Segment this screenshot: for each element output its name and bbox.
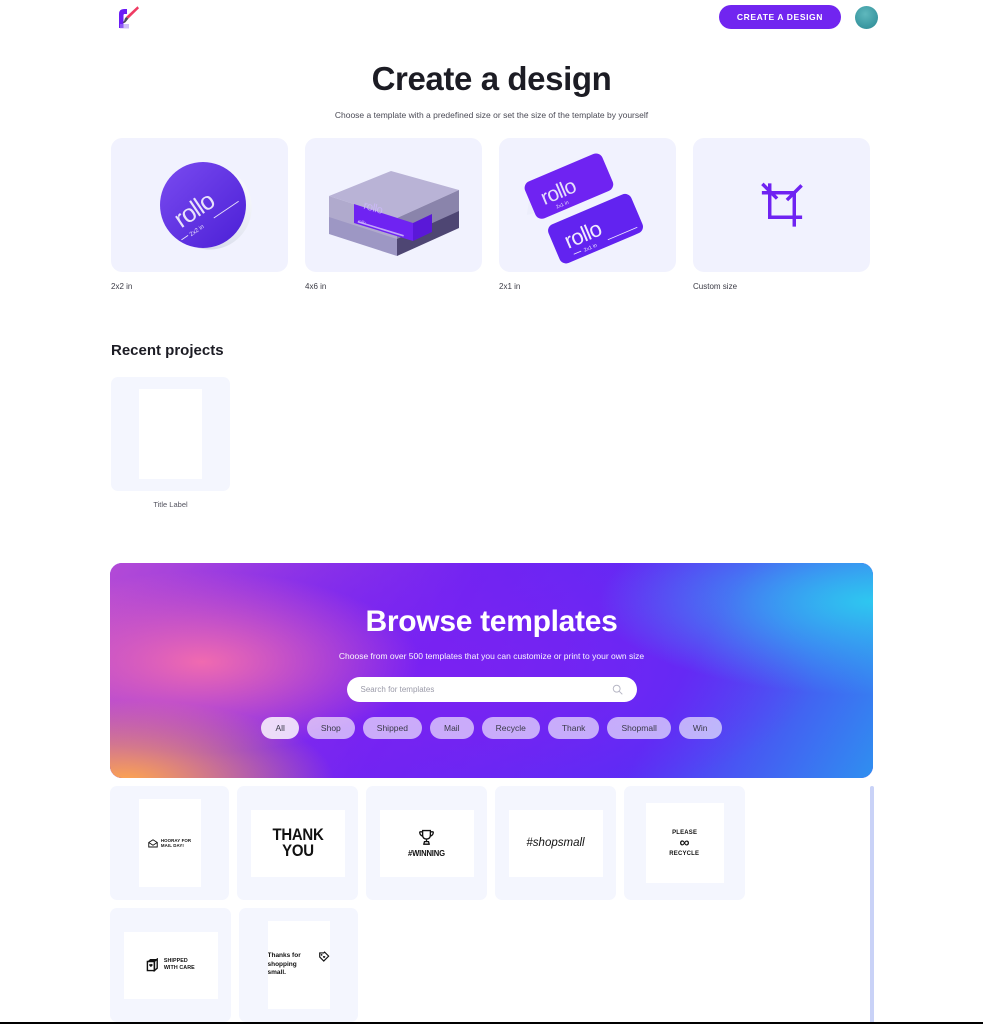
open-envelope-icon — [148, 838, 158, 847]
template-line-2: MAIL DAY! — [160, 843, 184, 848]
chip-shop[interactable]: Shop — [306, 717, 355, 739]
size-label: 2x1 in — [499, 282, 521, 291]
template-line-1: #WINNING — [408, 847, 445, 858]
package-heart-icon — [146, 958, 158, 972]
size-card-custom[interactable] — [693, 138, 870, 272]
shipping-box-art: rollo rollo — [329, 171, 459, 256]
size-option-4x6: rollo rollo 4x6 in — [305, 138, 482, 291]
trophy-icon — [419, 829, 434, 845]
size-label: Custom size — [693, 282, 738, 291]
recent-project-card[interactable] — [111, 377, 230, 491]
browse-templates-banner: Browse templates Choose from over 500 te… — [110, 563, 873, 778]
template-card-winning[interactable]: #WINNING — [366, 786, 487, 900]
size-label: 4x6 in — [305, 282, 327, 291]
rollo-brush-logo[interactable] — [112, 4, 140, 30]
template-line-1: SHIPPED — [163, 958, 188, 965]
template-card-shipped-with-care[interactable]: SHIPPED WITH CARE — [110, 908, 231, 1022]
chip-shipped[interactable]: Shipped — [362, 717, 422, 739]
template-grid-scrollbar[interactable] — [870, 786, 874, 1024]
round-sticker-art: rollo 2x2 in — [160, 162, 252, 250]
recent-projects-heading: Recent projects — [111, 342, 224, 359]
chip-all[interactable]: All — [261, 717, 299, 739]
size-card-2x1[interactable]: rollo 2x1 in rollo 2x1 in — [499, 138, 676, 272]
template-card-thanks-shopping-small[interactable]: Thanks for shopping small. — [239, 908, 358, 1022]
size-card-4x6[interactable]: rollo rollo — [305, 138, 482, 272]
template-results-grid: HOORAY FOR MAIL DAY! THANK YOU #WINNING … — [110, 786, 873, 1022]
crop-icon — [760, 182, 803, 227]
page-title: Create a design — [371, 60, 612, 97]
template-search-bar[interactable] — [346, 677, 637, 702]
banner-title: Browse templates — [365, 605, 618, 638]
template-line-1: PLEASE — [671, 828, 698, 836]
top-bar-right: CREATE A DESIGN — [718, 5, 878, 29]
search-icon — [612, 684, 623, 695]
chip-recycle[interactable]: Recycle — [481, 717, 540, 739]
template-line-2: YOU — [281, 841, 314, 860]
price-tag-heart-icon — [319, 951, 330, 962]
size-label: 2x2 in — [111, 282, 133, 291]
template-line-2: shopping small. — [267, 960, 297, 977]
template-line-2: WITH CARE — [163, 965, 195, 971]
top-bar: CREATE A DESIGN — [0, 0, 983, 34]
recent-project-label: Title Label — [153, 500, 188, 509]
size-options-grid: rollo 2x2 in 2x2 in rollo rollo 4x6 in r… — [111, 138, 870, 291]
user-avatar[interactable] — [855, 5, 878, 29]
create-a-design-button[interactable]: CREATE A DESIGN — [718, 5, 841, 29]
size-option-2x2: rollo 2x2 in 2x2 in — [111, 138, 288, 291]
search-input[interactable] — [360, 685, 612, 694]
create-design-page: CREATE A DESIGN Create a design Choose a… — [0, 0, 983, 1024]
rect-labels-art: rollo 2x1 in rollo 2x1 in — [524, 153, 643, 264]
chip-thank[interactable]: Thank — [547, 717, 600, 739]
recent-project-thumbnail — [139, 389, 202, 479]
size-option-2x1: rollo 2x1 in rollo 2x1 in 2x1 in — [499, 138, 676, 291]
template-card-thank-you[interactable]: THANK YOU — [237, 786, 358, 900]
size-option-custom: Custom size — [693, 138, 870, 291]
chip-shopmall[interactable]: Shopmall — [607, 717, 671, 739]
template-card-recycle[interactable]: PLEASE ∞ RECYCLE — [624, 786, 745, 900]
template-line-2: RECYCLE — [669, 849, 700, 857]
template-line-1: Thanks for — [267, 951, 301, 959]
hero-section: Create a design Choose a template with a… — [0, 60, 983, 120]
chip-mail[interactable]: Mail — [429, 717, 474, 739]
banner-subtitle: Choose from over 500 templates that you … — [338, 651, 645, 661]
infinity-icon: ∞ — [679, 834, 690, 851]
template-line-1: #shopsmall — [526, 837, 585, 849]
template-card-mail-day[interactable]: HOORAY FOR MAIL DAY! — [110, 786, 229, 900]
page-subtitle: Choose a template with a predefined size… — [334, 110, 649, 120]
size-card-2x2[interactable]: rollo 2x2 in — [111, 138, 288, 272]
template-card-shopsmall[interactable]: #shopsmall — [495, 786, 616, 900]
category-chip-list: All Shop Shipped Mail Recycle Thank Shop… — [110, 717, 873, 739]
chip-win[interactable]: Win — [678, 717, 722, 739]
